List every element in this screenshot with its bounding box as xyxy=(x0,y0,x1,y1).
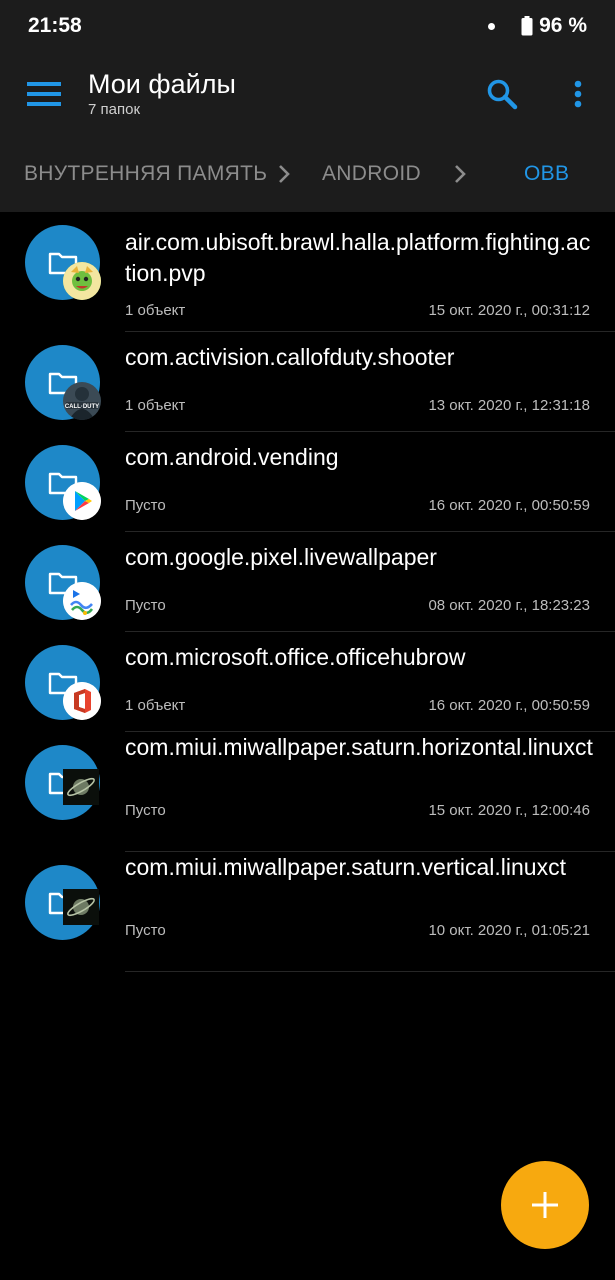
folder-item[interactable]: com.google.pixel.livewallpaper Пусто 08 … xyxy=(0,532,615,632)
folder-date: 15 окт. 2020 г., 00:31:12 xyxy=(428,302,590,319)
chevron-right-icon xyxy=(279,165,290,183)
divider xyxy=(125,971,615,972)
folder-date: 15 окт. 2020 г., 12:00:46 xyxy=(428,802,590,819)
page-title: Мои файлы xyxy=(88,69,236,99)
folder-item-count: Пусто xyxy=(125,922,166,939)
live-wallpaper-icon xyxy=(63,582,101,620)
folder-date: 08 окт. 2020 г., 18:23:23 xyxy=(428,597,590,614)
folder-item-count: Пусто xyxy=(125,597,166,614)
folder-name: com.google.pixel.livewallpaper xyxy=(125,544,437,570)
folder-item[interactable]: CALL·DUTY com.activision.callofduty.shoo… xyxy=(0,332,615,432)
folder-item[interactable]: air.com.ubisoft.brawl.halla.platform.fig… xyxy=(0,212,615,332)
add-button[interactable] xyxy=(501,1161,589,1249)
breadcrumb-obb[interactable]: OBB xyxy=(524,162,569,186)
folder-date: 16 окт. 2020 г., 00:50:59 xyxy=(428,497,590,514)
folder-name: com.android.vending xyxy=(125,444,339,470)
folder-name: com.activision.callofduty.shooter xyxy=(125,344,455,370)
title-block: Мои файлы 7 папок xyxy=(88,68,236,120)
saturn-icon xyxy=(63,769,99,805)
notification-dot-icon xyxy=(488,22,496,30)
folder-name: com.miui.miwallpaper.saturn.vertical.lin… xyxy=(125,854,566,880)
folder-date: 10 окт. 2020 г., 01:05:21 xyxy=(428,922,590,939)
brawlhalla-icon xyxy=(63,262,101,300)
file-list: air.com.ubisoft.brawl.halla.platform.fig… xyxy=(0,212,615,972)
folder-item[interactable]: com.android.vending Пусто 16 окт. 2020 г… xyxy=(0,432,615,532)
hamburger-menu-icon xyxy=(27,82,61,106)
status-time: 21:58 xyxy=(28,14,82,37)
folder-item[interactable]: com.microsoft.office.officehubrow 1 объе… xyxy=(0,632,615,732)
folder-date: 13 окт. 2020 г., 12:31:18 xyxy=(428,397,590,414)
menu-button[interactable] xyxy=(22,74,66,114)
folder-item[interactable]: com.miui.miwallpaper.saturn.vertical.lin… xyxy=(0,852,615,972)
page-subtitle: 7 папок xyxy=(88,101,141,118)
plus-icon xyxy=(532,1192,558,1218)
folder-name: com.miui.miwallpaper.saturn.horizontal.l… xyxy=(125,734,593,760)
folder-item-count: Пусто xyxy=(125,802,166,819)
breadcrumb-android[interactable]: ANDROID xyxy=(322,162,421,186)
breadcrumb-internal-storage[interactable]: ВНУТРЕННЯЯ ПАМЯТЬ xyxy=(24,162,267,186)
search-button[interactable] xyxy=(480,74,524,114)
callofduty-icon: CALL·DUTY xyxy=(63,382,101,420)
folder-item-count: 1 объект xyxy=(125,302,186,319)
office-icon xyxy=(63,682,101,720)
search-icon xyxy=(487,79,518,110)
folder-name: air.com.ubisoft.brawl.halla.platform.fig… xyxy=(125,229,591,286)
folder-item[interactable]: com.miui.miwallpaper.saturn.horizontal.l… xyxy=(0,732,615,852)
play-store-icon xyxy=(63,482,101,520)
saturn-icon xyxy=(63,889,99,925)
folder-name: com.microsoft.office.officehubrow xyxy=(125,644,466,670)
folder-item-count: 1 объект xyxy=(125,397,186,414)
folder-item-count: 1 объект xyxy=(125,697,186,714)
battery-percent: 96 % xyxy=(539,14,587,37)
folder-item-count: Пусто xyxy=(125,497,166,514)
svg-text:CALL·DUTY: CALL·DUTY xyxy=(65,404,99,410)
more-options-button[interactable] xyxy=(556,74,600,114)
battery-icon xyxy=(521,16,533,36)
more-vert-icon xyxy=(574,80,582,108)
folder-date: 16 окт. 2020 г., 00:50:59 xyxy=(428,697,590,714)
status-bar: 21:58 96 % xyxy=(0,0,615,52)
breadcrumb: ВНУТРЕННЯЯ ПАМЯТЬ ANDROID OBB xyxy=(0,134,615,212)
chevron-right-icon xyxy=(455,165,466,183)
status-indicators: 96 % xyxy=(488,14,587,38)
app-bar: Мои файлы 7 папок xyxy=(0,52,615,134)
